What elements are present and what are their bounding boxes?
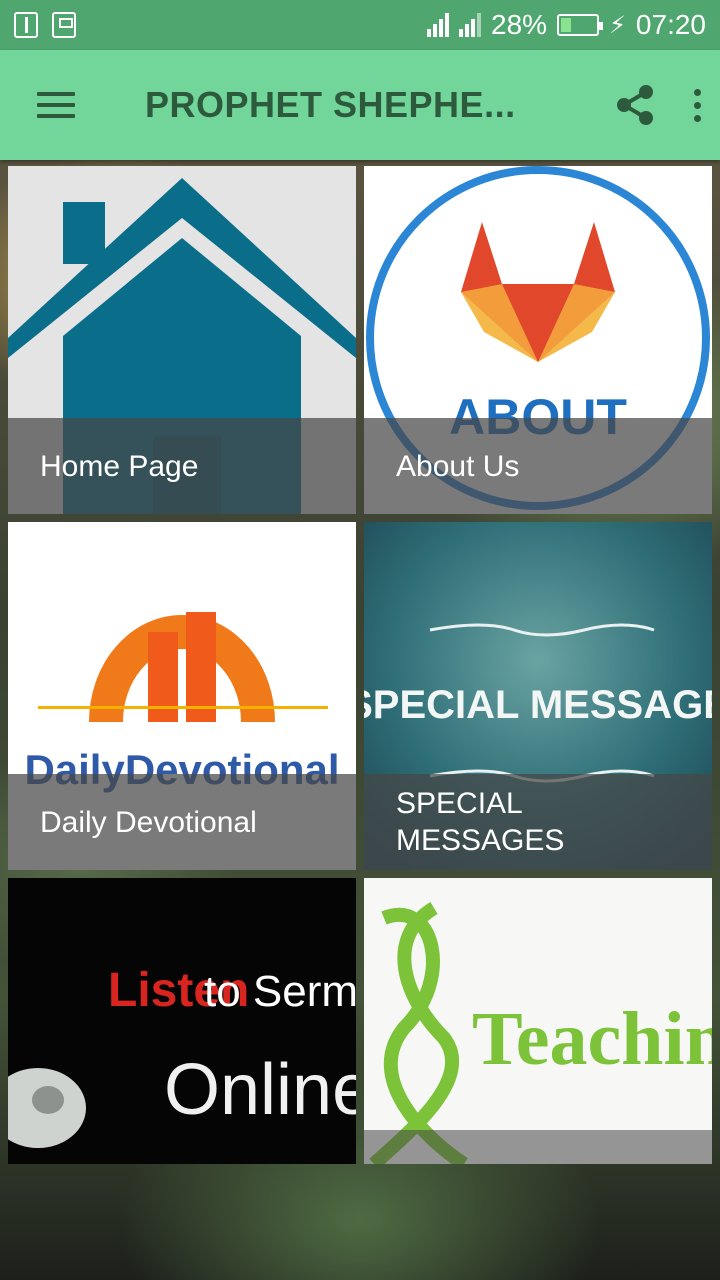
sermon-art-text-white: to Sermon	[204, 967, 356, 1016]
menu-icon	[37, 92, 75, 118]
teaching-art-text: Teaching	[472, 997, 712, 1081]
tile-label: SPECIAL MESSAGES	[364, 774, 712, 870]
menu-grid: Home Page ABOUT About Us DailyDevotional…	[8, 166, 712, 1164]
teaching-art: Teaching	[364, 878, 712, 1164]
app-toolbar: PROPHET SHEPHE...	[0, 50, 720, 160]
signal-icon	[459, 13, 482, 37]
tile-teaching[interactable]: Teaching	[364, 878, 712, 1164]
tile-special-messages[interactable]: SPECIAL MESSAGE SPECIAL MESSAGES	[364, 522, 712, 870]
tile-about-us[interactable]: ABOUT About Us	[364, 166, 712, 514]
more-options-button[interactable]	[677, 75, 717, 135]
sermon-art-text-online: Online	[164, 1050, 356, 1130]
share-icon	[617, 85, 653, 125]
tile-listen-sermon-online[interactable]: Listen to Sermon Online	[8, 878, 356, 1164]
charging-icon: ⚡	[609, 11, 626, 39]
tile-daily-devotional[interactable]: DailyDevotional Daily Devotional	[8, 522, 356, 870]
sermon-art: Listen to Sermon Online	[8, 878, 356, 1164]
battery-percent: 28%	[491, 9, 548, 40]
more-vert-icon	[693, 88, 701, 122]
share-button[interactable]	[605, 75, 665, 135]
special-art-text: SPECIAL MESSAGE	[364, 683, 712, 727]
tile-label: Daily Devotional	[8, 774, 356, 870]
signal-icon	[427, 13, 450, 37]
page-title: PROPHET SHEPHE...	[145, 84, 516, 125]
tile-label-strip	[364, 1130, 712, 1164]
status-bar: 28% ⚡ 07:20	[0, 0, 720, 50]
tile-home-page[interactable]: Home Page	[8, 166, 356, 514]
clock: 07:20	[635, 9, 706, 40]
menu-button[interactable]	[0, 50, 112, 160]
tile-label: About Us	[364, 418, 712, 514]
tile-label: Home Page	[8, 418, 356, 514]
battery-icon	[557, 14, 604, 36]
storage-icon	[52, 12, 76, 38]
usb-icon	[14, 12, 38, 38]
